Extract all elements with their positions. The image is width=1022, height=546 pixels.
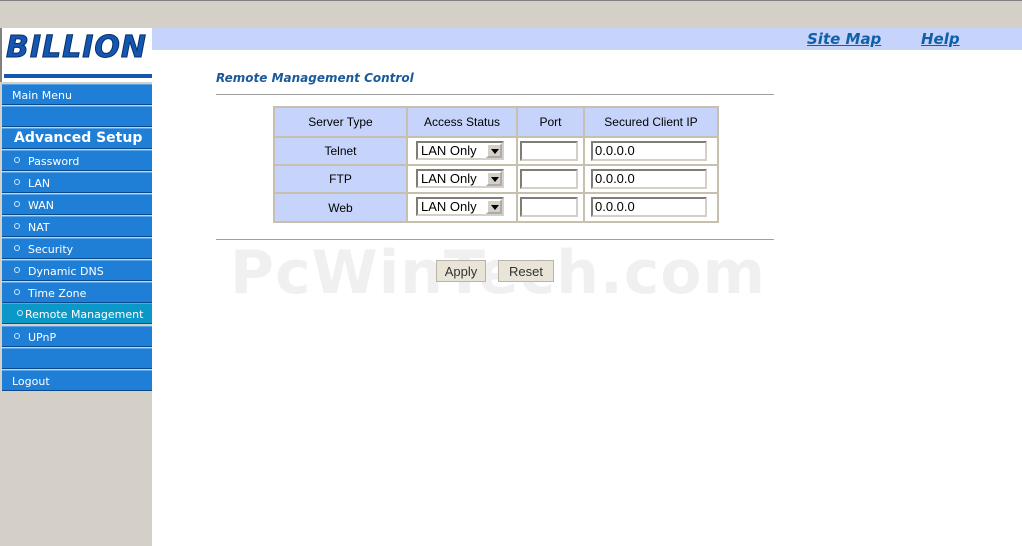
port-input[interactable] bbox=[520, 169, 578, 189]
sidebar-item-label: Time Zone bbox=[28, 287, 87, 300]
sidebar-item-label: WAN bbox=[28, 199, 55, 212]
column-header: Port bbox=[518, 108, 583, 136]
sidebar-item-logout[interactable]: Logout bbox=[2, 370, 152, 391]
sidebar-item-remote-management[interactable]: Remote Management bbox=[2, 303, 152, 324]
column-header: Secured Client IP bbox=[585, 108, 717, 136]
main-content: Remote Management Control Server Type Ac… bbox=[152, 50, 1022, 546]
sidebar-item-password[interactable]: Password bbox=[2, 150, 152, 171]
table-cell: LAN Only bbox=[408, 194, 516, 221]
table-cell bbox=[518, 166, 583, 192]
secured-client-ip-input[interactable]: 0.0.0.0 bbox=[591, 197, 707, 217]
select-value: LAN Only bbox=[421, 199, 477, 214]
port-input[interactable] bbox=[520, 141, 578, 161]
sidebar-item-label: Password bbox=[28, 155, 80, 168]
bullet-icon bbox=[14, 333, 20, 339]
bullet-icon bbox=[14, 179, 20, 185]
sidebar-item-dynamic-dns[interactable]: Dynamic DNS bbox=[2, 260, 152, 281]
chevron-down-icon[interactable] bbox=[486, 143, 502, 158]
sidebar-spacer bbox=[2, 106, 152, 127]
sidebar-item-label: Remote Management bbox=[25, 308, 144, 321]
bullet-icon bbox=[14, 201, 20, 207]
sidebar-item-label: Logout bbox=[12, 375, 50, 388]
page-title: Remote Management Control bbox=[216, 71, 414, 85]
access-status-select[interactable]: LAN Only bbox=[416, 169, 504, 188]
bullet-icon bbox=[14, 245, 20, 251]
column-header: Access Status bbox=[408, 108, 516, 136]
sidebar-item-wan[interactable]: WAN bbox=[2, 194, 152, 215]
table-cell: LAN Only bbox=[408, 166, 516, 192]
server-type-cell: FTP bbox=[275, 166, 406, 192]
divider bbox=[216, 94, 774, 96]
browser-top-strip bbox=[0, 0, 1022, 28]
access-status-select[interactable]: LAN Only bbox=[416, 197, 504, 216]
sidebar-spacer bbox=[2, 348, 152, 369]
secured-client-ip-input[interactable]: 0.0.0.0 bbox=[591, 169, 707, 189]
select-value: LAN Only bbox=[421, 143, 477, 158]
select-value: LAN Only bbox=[421, 171, 477, 186]
brand-logo-text: BILLION bbox=[5, 30, 148, 66]
chevron-down-icon[interactable] bbox=[486, 171, 502, 186]
bullet-icon bbox=[14, 267, 20, 273]
remote-management-table: Server Type Access Status Port Secured C… bbox=[273, 106, 719, 223]
site-map-link[interactable]: Site Map bbox=[807, 30, 881, 48]
table-cell: 0.0.0.0 bbox=[585, 194, 717, 221]
table-cell: LAN Only bbox=[408, 138, 516, 164]
table-cell bbox=[518, 138, 583, 164]
apply-button[interactable]: Apply bbox=[436, 260, 486, 282]
app-window: BILLION Site Map Help Main Menu Advanced… bbox=[0, 0, 1022, 546]
sidebar-item-label: LAN bbox=[28, 177, 51, 190]
help-link[interactable]: Help bbox=[921, 30, 960, 48]
sidebar-item-label: Main Menu bbox=[12, 89, 72, 102]
top-link-bar: Site Map Help bbox=[152, 28, 1022, 50]
sidebar-item-label: NAT bbox=[28, 221, 50, 234]
reset-button[interactable]: Reset bbox=[498, 260, 554, 282]
bullet-icon bbox=[14, 289, 20, 295]
sidebar-section-label: Advanced Setup bbox=[14, 130, 143, 146]
chevron-down-icon[interactable] bbox=[486, 199, 502, 214]
sidebar-item-label: Security bbox=[28, 243, 74, 256]
column-header: Server Type bbox=[275, 108, 406, 136]
bullet-icon bbox=[14, 223, 20, 229]
bullet-icon bbox=[14, 157, 20, 163]
sidebar-item-label: UPnP bbox=[28, 331, 57, 344]
access-status-select[interactable]: LAN Only bbox=[416, 141, 504, 160]
sidebar-section-advanced-setup[interactable]: Advanced Setup bbox=[2, 128, 152, 149]
server-type-cell: Telnet bbox=[275, 138, 406, 164]
sidebar-item-upnp[interactable]: UPnP bbox=[2, 326, 152, 347]
sidebar-item-time-zone[interactable]: Time Zone bbox=[2, 282, 152, 303]
port-input[interactable] bbox=[520, 197, 578, 217]
table-cell: 0.0.0.0 bbox=[585, 138, 717, 164]
sidebar-item-label: Dynamic DNS bbox=[28, 265, 104, 278]
sidebar-item-lan[interactable]: LAN bbox=[2, 172, 152, 193]
table-cell bbox=[518, 194, 583, 221]
bullet-icon bbox=[17, 310, 23, 316]
sidebar-item-nat[interactable]: NAT bbox=[2, 216, 152, 237]
logo-underline bbox=[4, 74, 152, 78]
sidebar-item-security[interactable]: Security bbox=[2, 238, 152, 259]
sidebar-item-main-menu[interactable]: Main Menu bbox=[2, 84, 152, 105]
secured-client-ip-input[interactable]: 0.0.0.0 bbox=[591, 141, 707, 161]
server-type-cell: Web bbox=[275, 194, 406, 221]
table-cell: 0.0.0.0 bbox=[585, 166, 717, 192]
brand-logo: BILLION bbox=[0, 28, 152, 82]
